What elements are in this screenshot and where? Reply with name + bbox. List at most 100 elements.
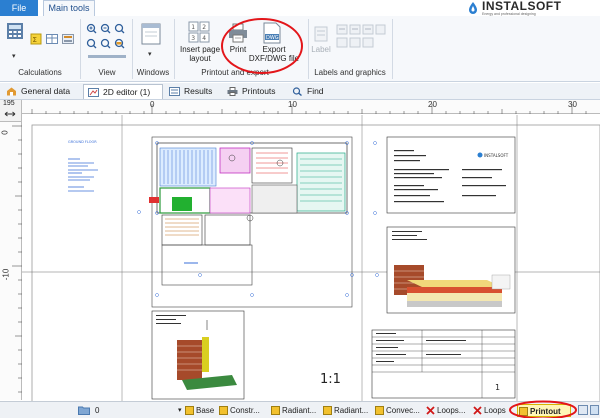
page-layout-icon[interactable]: 12 34: [188, 21, 210, 43]
vertical-ruler: 0 -10: [0, 100, 22, 400]
status-highlight-circle: [509, 400, 577, 418]
status-tab-convec-label: Convec...: [386, 406, 420, 415]
svg-text:3: 3: [191, 35, 195, 42]
status-bar: 0 ▾ Base Constr... Radiant... Radiant...…: [0, 400, 600, 418]
label-button[interactable]: Label: [310, 45, 332, 54]
tab-printouts[interactable]: Printouts: [223, 84, 281, 99]
layer-icon: [323, 406, 332, 415]
drawing-canvas[interactable]: GROUND FLOOR INSTALSOFT 1 1:1: [22, 115, 600, 401]
status-tab-convec[interactable]: Convec...: [374, 404, 424, 417]
svg-text:1: 1: [191, 24, 195, 31]
windows-dropdown-icon[interactable]: ▾: [148, 50, 152, 58]
ruler-label-10: 10: [288, 100, 297, 109]
tab-general-data[interactable]: General data: [2, 84, 72, 99]
legend-title: GROUND FLOOR: [68, 140, 97, 144]
windows-icon[interactable]: [141, 23, 161, 45]
main-tools-tab[interactable]: Main tools: [43, 0, 95, 17]
highlight-circle: [221, 18, 303, 74]
ribbon-separator: [174, 19, 175, 79]
status-tab-base[interactable]: Base: [184, 404, 216, 417]
ruler-corner[interactable]: 195: [0, 100, 22, 122]
windows-group-label: Windows: [136, 68, 170, 77]
hidden-layer-icon: [473, 406, 482, 415]
layer-count: 0: [95, 406, 100, 415]
search-icon: [292, 87, 302, 96]
printer-icon: [227, 87, 238, 96]
ribbon-separator: [80, 19, 81, 79]
status-layers-icon[interactable]: [578, 405, 588, 415]
ruler-label-vneg10: -10: [1, 268, 11, 281]
status-tab-loops-2[interactable]: Loops: [472, 404, 512, 417]
results-icon: [169, 87, 180, 96]
status-tab-radiant-1[interactable]: Radiant...: [270, 404, 322, 417]
calc-option-icon[interactable]: Σ: [30, 33, 42, 45]
tab-2d-editor-label: 2D editor (1): [103, 87, 151, 97]
ruler-label-0: 0: [150, 100, 155, 109]
ruler-origin-icon: [4, 111, 16, 117]
status-tab-radiant-1-label: Radiant...: [282, 406, 317, 415]
horizontal-ruler: 0 10 20 30: [22, 100, 600, 114]
scale-label: 1:1: [320, 372, 341, 387]
status-tab-constr-label: Constr...: [230, 406, 260, 415]
status-tab-loops-2-label: Loops: [484, 406, 506, 415]
document-tabs: General data 2D editor (1) Results Print…: [0, 83, 600, 100]
layer-icon: [219, 406, 228, 415]
ruler-label-v0: 0: [0, 130, 10, 135]
status-tab-radiant-2-label: Radiant...: [334, 406, 369, 415]
ribbon-separator: [392, 19, 393, 79]
insert-page-layout-button[interactable]: Insert page layout: [176, 45, 224, 63]
insert-page-layout-label-1: Insert page: [179, 45, 221, 54]
wall-section-detail[interactable]: [151, 310, 245, 400]
zoom-tools[interactable]: [85, 23, 130, 61]
floor-plan[interactable]: [137, 136, 379, 308]
brand-name: INSTALSOFT: [482, 0, 562, 13]
sheet-number: 1: [495, 383, 500, 392]
status-settings-icon[interactable]: [590, 405, 599, 415]
calculator-icon[interactable]: [6, 22, 24, 40]
title-block[interactable]: INSTALSOFT: [386, 136, 516, 214]
floor-layer-detail[interactable]: [386, 226, 516, 314]
drawing-stamp[interactable]: 1: [371, 329, 516, 399]
tab-find[interactable]: Find: [288, 84, 328, 99]
file-menu-tab[interactable]: File: [0, 0, 38, 16]
svg-text:4: 4: [202, 35, 206, 42]
tab-printouts-label: Printouts: [242, 86, 276, 96]
ruler-label-30: 30: [568, 100, 577, 109]
ribbon-separator: [308, 19, 309, 79]
vertical-ruler-ticks: [12, 125, 22, 393]
view-group-label: View: [98, 68, 116, 77]
status-tab-loops-1-label: Loops...: [437, 406, 466, 415]
status-scroll-left-icon[interactable]: ▾: [178, 405, 182, 416]
title-block-company: INSTALSOFT: [484, 153, 509, 158]
status-tab-radiant-2[interactable]: Radiant...: [322, 404, 374, 417]
tab-general-data-label: General data: [21, 86, 71, 96]
ruler-corner-value: 195: [3, 100, 15, 107]
ruler-label-20: 20: [428, 100, 437, 109]
brand: INSTALSOFT Energy and professional desig…: [466, 0, 600, 16]
svg-text:2: 2: [202, 24, 206, 31]
insert-page-layout-label-2: layout: [189, 54, 211, 63]
drawing-sheet[interactable]: GROUND FLOOR INSTALSOFT 1 1:1: [22, 115, 600, 401]
instalsoft-logo-icon: [469, 2, 477, 14]
ribbon-separator: [132, 19, 133, 79]
layer-folder-icon: [78, 406, 90, 415]
tab-2d-editor[interactable]: 2D editor (1): [83, 84, 163, 99]
calculations-dropdown-icon[interactable]: ▾: [12, 52, 16, 60]
calc-table-icon[interactable]: [46, 34, 58, 44]
label-icon[interactable]: [314, 26, 328, 42]
tab-find-label: Find: [307, 86, 324, 96]
layer-icon: [271, 406, 280, 415]
ribbon: ▾ Σ Calculations View ▾ Windows 1 2 3 4 …: [0, 16, 600, 82]
status-tab-loops-1[interactable]: Loops...: [425, 404, 471, 417]
legend-block: GROUND FLOOR: [68, 140, 98, 192]
calc-report-icon[interactable]: [62, 34, 74, 44]
tab-results-label: Results: [184, 86, 213, 96]
status-tab-base-label: Base: [196, 406, 215, 415]
status-tab-constr[interactable]: Constr...: [218, 404, 266, 417]
hidden-layer-icon: [426, 406, 435, 415]
tab-results[interactable]: Results: [165, 84, 215, 99]
graphics-tools[interactable]: [336, 24, 386, 56]
menu-bar: File Main tools INSTALSOFT Energy and pr…: [0, 0, 600, 17]
svg-text:Σ: Σ: [33, 36, 37, 44]
editor-icon: [88, 88, 99, 97]
